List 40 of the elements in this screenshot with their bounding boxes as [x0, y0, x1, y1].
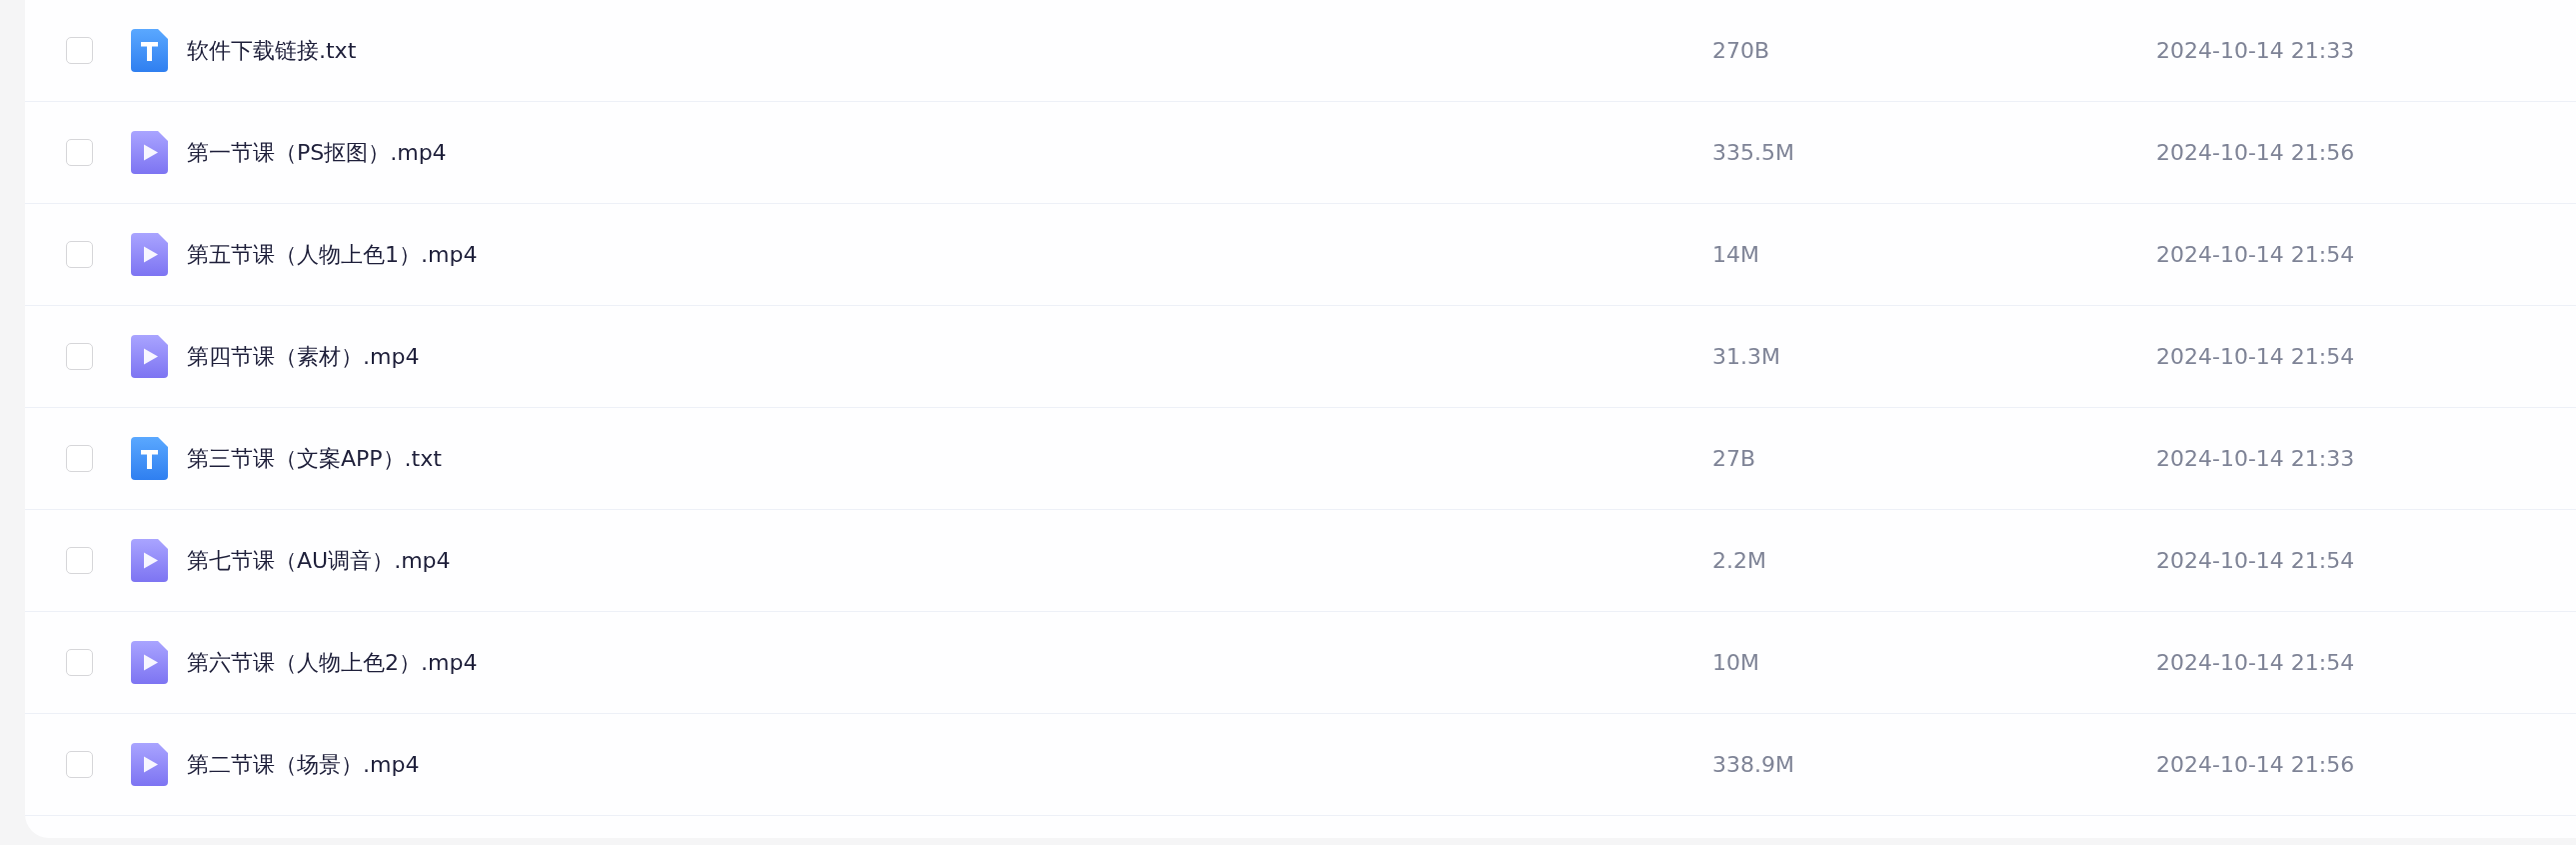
file-size: 335.5M	[1712, 140, 1794, 165]
file-size: 14M	[1712, 242, 1759, 267]
file-name[interactable]: 第四节课（素材）.mp4	[187, 341, 420, 372]
modified-time: 2024-10-14 21:33	[2156, 446, 2355, 471]
checkbox[interactable]	[66, 649, 93, 676]
modified-time: 2024-10-14 21:54	[2156, 548, 2355, 573]
checkbox[interactable]	[66, 343, 93, 370]
file-size: 10M	[1712, 650, 1759, 675]
file-name[interactable]: 第七节课（AU调音）.mp4	[187, 545, 451, 576]
file-name[interactable]: 软件下载链接.txt	[187, 35, 357, 66]
text-file-icon	[131, 29, 168, 72]
checkbox[interactable]	[66, 751, 93, 778]
file-name[interactable]: 第一节课（PS抠图）.mp4	[187, 137, 447, 168]
checkbox[interactable]	[66, 139, 93, 166]
modified-time: 2024-10-14 21:56	[2156, 752, 2355, 777]
file-size: 31.3M	[1712, 344, 1780, 369]
video-file-icon	[131, 335, 168, 378]
modified-time: 2024-10-14 21:54	[2156, 242, 2355, 267]
file-name[interactable]: 第五节课（人物上色1）.mp4	[187, 239, 478, 270]
modified-time: 2024-10-14 21:54	[2156, 650, 2355, 675]
video-file-icon	[131, 131, 168, 174]
video-file-icon	[131, 743, 168, 786]
text-file-icon	[131, 437, 168, 480]
modified-time: 2024-10-14 21:54	[2156, 344, 2355, 369]
modified-time: 2024-10-14 21:56	[2156, 140, 2355, 165]
file-name[interactable]: 第二节课（场景）.mp4	[187, 749, 420, 780]
file-name[interactable]: 第三节课（文案APP）.txt	[187, 443, 442, 474]
video-file-icon	[131, 233, 168, 276]
checkbox[interactable]	[66, 445, 93, 472]
checkbox[interactable]	[66, 547, 93, 574]
file-size: 338.9M	[1712, 752, 1794, 777]
file-name[interactable]: 第六节课（人物上色2）.mp4	[187, 647, 478, 678]
modified-time: 2024-10-14 21:33	[2156, 38, 2355, 63]
checkbox[interactable]	[66, 241, 93, 268]
video-file-icon	[131, 641, 168, 684]
file-size: 27B	[1712, 446, 1756, 471]
file-size: 270B	[1712, 38, 1770, 63]
video-file-icon	[131, 539, 168, 582]
checkbox[interactable]	[66, 37, 93, 64]
file-size: 2.2M	[1712, 548, 1766, 573]
